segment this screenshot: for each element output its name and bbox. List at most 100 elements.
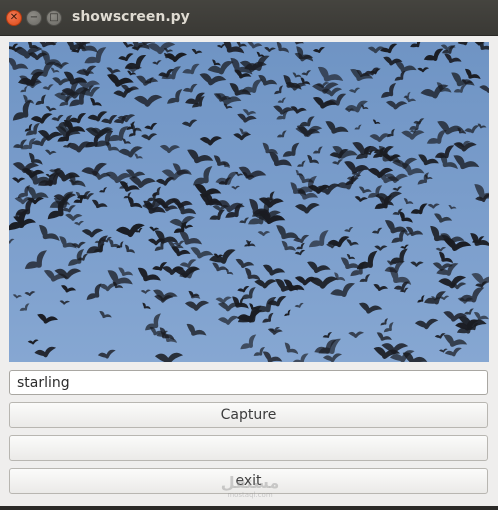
bird-silhouette	[381, 82, 397, 98]
bird-silhouette	[315, 183, 341, 195]
close-icon[interactable]: ✕	[6, 10, 22, 26]
bird-silhouette	[410, 42, 423, 48]
bird-silhouette	[122, 42, 135, 48]
bird-silhouette	[141, 133, 158, 141]
bird-silhouette	[209, 209, 225, 220]
bird-silhouette	[43, 269, 68, 282]
birds-image	[9, 42, 489, 362]
bird-silhouette	[374, 245, 388, 251]
bird-silhouette	[31, 136, 50, 147]
bird-silhouette	[235, 258, 255, 269]
bird-silhouette	[154, 352, 184, 362]
bird-silhouette	[12, 100, 32, 121]
bird-silhouette	[118, 53, 134, 62]
bird-silhouette	[164, 52, 188, 63]
bird-silhouette	[134, 94, 163, 107]
window-title: showscreen.py	[72, 9, 190, 25]
bird-silhouette	[438, 275, 467, 289]
bird-silhouette	[471, 273, 489, 286]
bird-silhouette	[459, 287, 485, 303]
bird-silhouette	[216, 44, 226, 49]
bird-silhouette	[212, 262, 228, 272]
bird-silhouette	[231, 185, 240, 190]
bird-silhouette	[291, 353, 309, 362]
bird-silhouette	[413, 118, 425, 125]
bird-silhouette	[346, 239, 359, 246]
bird-silhouette	[191, 48, 203, 55]
bird-silhouette	[326, 93, 347, 106]
bird-silhouette	[136, 75, 159, 86]
bird-silhouette	[308, 276, 339, 289]
bird-silhouette	[140, 289, 151, 294]
bird-silhouette	[277, 97, 287, 103]
exit-button[interactable]: exit	[9, 468, 488, 494]
bird-silhouette	[344, 226, 354, 233]
bird-silhouette	[169, 216, 196, 228]
bird-silhouette	[470, 233, 489, 247]
bird-silhouette	[142, 302, 151, 310]
bird-silhouette	[348, 87, 361, 94]
bird-silhouette	[45, 149, 57, 155]
bird-silhouette	[464, 125, 480, 134]
bird-silhouette	[448, 204, 457, 210]
bird-silhouette	[237, 285, 250, 293]
bird-silhouette	[403, 198, 414, 205]
bird-silhouette	[295, 203, 320, 214]
bird-silhouette	[380, 43, 398, 54]
bird-silhouette	[372, 119, 381, 125]
bird-silhouette	[322, 332, 332, 338]
bird-silhouette	[394, 70, 406, 81]
bird-silhouette	[217, 315, 239, 325]
label-input[interactable]	[9, 370, 488, 395]
bird-silhouette	[146, 42, 176, 55]
bird-silhouette	[257, 231, 271, 237]
maximize-icon[interactable]: □	[46, 10, 62, 26]
bird-silhouette	[417, 172, 429, 185]
bird-silhouette	[301, 70, 312, 76]
blank-button[interactable]	[9, 435, 488, 461]
bird-silhouette	[292, 42, 304, 45]
bird-silhouette	[61, 285, 77, 293]
bird-silhouette	[50, 67, 60, 73]
bird-silhouette	[99, 310, 112, 319]
bird-silhouette	[332, 159, 343, 165]
bird-silhouette	[97, 349, 116, 359]
bird-silhouette	[59, 300, 70, 305]
bird-silhouette	[186, 323, 207, 336]
capture-button[interactable]: Capture	[9, 402, 488, 428]
bird-silhouette	[444, 347, 462, 357]
bird-silhouette	[184, 300, 210, 311]
bird-silhouette	[99, 187, 108, 193]
minimize-icon[interactable]: −	[26, 10, 42, 26]
bird-silhouette	[294, 249, 306, 256]
bird-silhouette	[307, 154, 320, 164]
bird-silhouette	[262, 312, 274, 323]
bird-silhouette	[213, 155, 231, 167]
bird-silhouette	[81, 228, 104, 238]
title-bar: ✕ − □ showscreen.py	[0, 0, 498, 36]
app-window: ✕ − □ showscreen.py Capture exit مستقل m…	[0, 0, 498, 510]
bird-silhouette	[68, 248, 85, 267]
bird-silhouette	[330, 283, 356, 298]
bird-silhouette	[274, 85, 284, 95]
bird-silhouette	[134, 153, 143, 159]
bird-silhouette	[369, 133, 391, 143]
bird-silhouette	[312, 146, 323, 154]
bird-silhouette	[479, 84, 489, 93]
bird-silhouette	[308, 230, 329, 248]
bird-silhouette	[91, 199, 108, 209]
bird-silhouette	[115, 223, 145, 238]
bird-silhouette	[392, 186, 403, 192]
bird-silhouette	[435, 246, 447, 252]
bird-silhouette	[322, 353, 343, 362]
video-frame	[9, 42, 489, 362]
bird-silhouette	[262, 264, 286, 276]
bird-silhouette	[12, 294, 23, 299]
bird-silhouette	[281, 240, 296, 251]
bird-silhouette	[30, 113, 53, 124]
bird-silhouette	[71, 241, 86, 249]
bird-silhouette	[376, 332, 392, 341]
bird-silhouette	[354, 196, 368, 202]
bird-silhouette	[296, 242, 305, 250]
bird-silhouette	[359, 274, 371, 282]
